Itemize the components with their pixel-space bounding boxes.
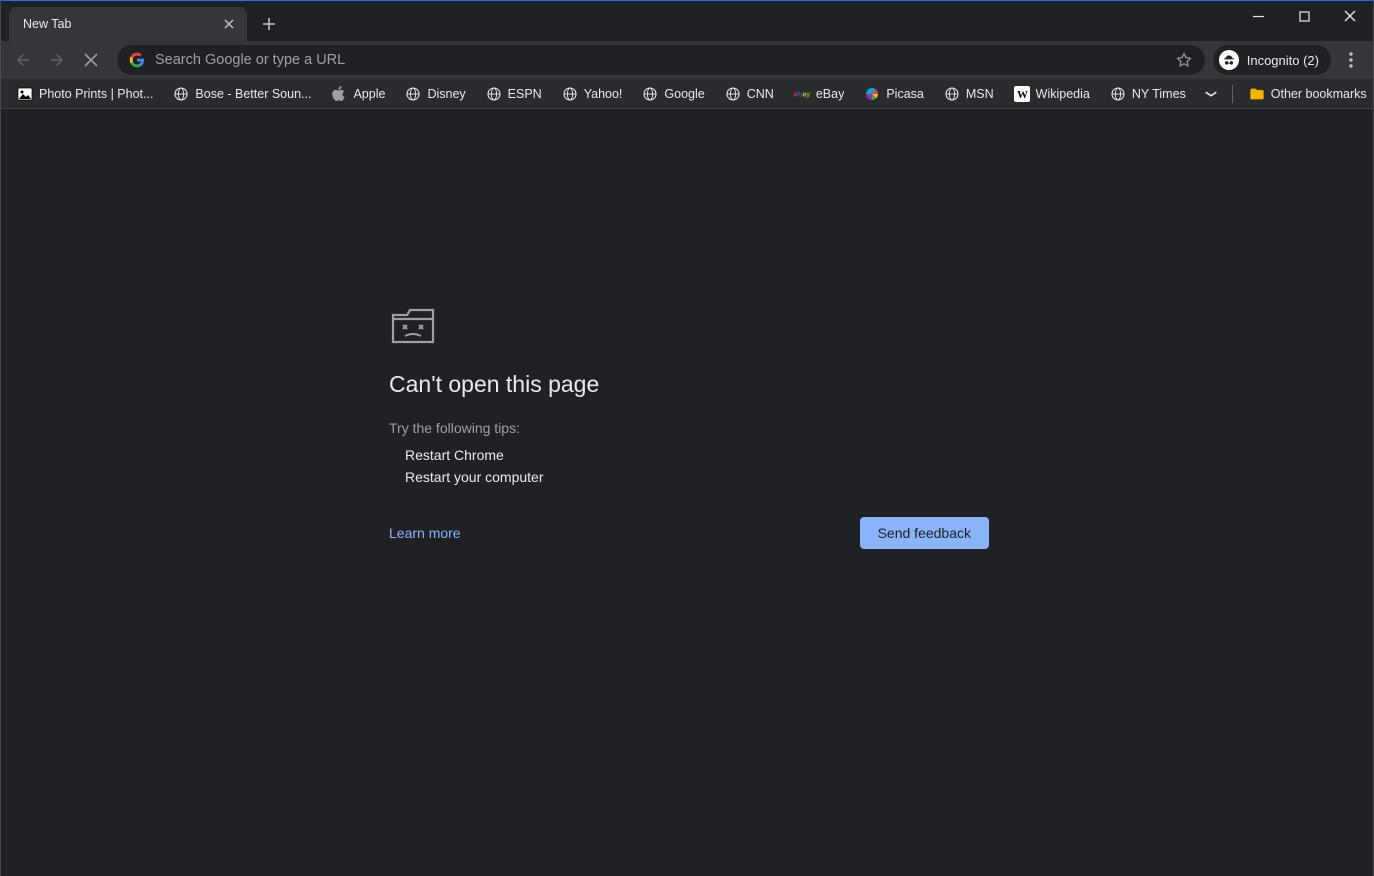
minimize-icon[interactable] <box>1235 1 1281 31</box>
svg-text:W: W <box>1017 89 1028 101</box>
back-button[interactable] <box>7 44 39 76</box>
error-tip: Restart Chrome <box>405 444 989 466</box>
window-controls <box>1235 1 1373 41</box>
page-content: Can't open this page Try the following t… <box>1 109 1373 876</box>
bookmark-item[interactable]: Yahoo! <box>554 82 631 106</box>
toolbar: Incognito (2) <box>1 41 1373 79</box>
address-input[interactable] <box>155 52 1165 68</box>
bookmark-label: Wikipedia <box>1036 87 1090 101</box>
omnibox[interactable] <box>117 45 1205 75</box>
error-title: Can't open this page <box>389 371 989 398</box>
incognito-label: Incognito (2) <box>1247 53 1319 68</box>
titlebar: New Tab <box>1 1 1373 41</box>
tab-title: New Tab <box>23 17 221 31</box>
folder-icon <box>1249 86 1265 102</box>
close-window-icon[interactable] <box>1327 1 1373 31</box>
photo-icon <box>17 86 33 102</box>
bookmark-item[interactable]: ESPN <box>478 82 550 106</box>
bookmark-label: Photo Prints | Phot... <box>39 87 153 101</box>
bookmarks-overflow-button[interactable] <box>1198 86 1224 102</box>
bookmarks-bar: Photo Prints | Phot... Bose - Better Soun… <box>1 79 1373 109</box>
bookmark-item[interactable]: NY Times <box>1102 82 1194 106</box>
globe-icon <box>1110 86 1126 102</box>
globe-icon <box>173 86 189 102</box>
bookmark-label: MSN <box>966 87 994 101</box>
bookmark-item[interactable]: CNN <box>717 82 782 106</box>
dead-folder-icon <box>389 305 989 347</box>
globe-icon <box>725 86 741 102</box>
apple-icon <box>331 86 347 102</box>
incognito-icon <box>1219 50 1239 70</box>
bookmarks-separator <box>1232 85 1233 103</box>
error-subtitle: Try the following tips: <box>389 420 989 436</box>
stop-reload-button[interactable] <box>75 44 107 76</box>
bookmark-item[interactable]: Bose - Better Soun... <box>165 82 319 106</box>
ebay-icon: ebay <box>794 86 810 102</box>
bookmark-item[interactable]: W Wikipedia <box>1006 82 1098 106</box>
bookmark-star-icon[interactable] <box>1175 51 1193 69</box>
picasa-icon <box>864 86 880 102</box>
bookmark-label: NY Times <box>1132 87 1186 101</box>
maximize-icon[interactable] <box>1281 1 1327 31</box>
svg-text:ebay: ebay <box>794 90 810 98</box>
other-bookmarks-button[interactable]: Other bookmarks <box>1241 82 1374 106</box>
bookmark-label: Picasa <box>886 87 924 101</box>
globe-icon <box>562 86 578 102</box>
close-tab-icon[interactable] <box>221 16 237 32</box>
send-feedback-button[interactable]: Send feedback <box>860 517 989 549</box>
learn-more-link[interactable]: Learn more <box>389 525 461 541</box>
bookmark-label: Yahoo! <box>584 87 623 101</box>
new-tab-button[interactable] <box>255 10 283 38</box>
incognito-indicator[interactable]: Incognito (2) <box>1213 45 1331 75</box>
other-bookmarks-label: Other bookmarks <box>1271 87 1367 101</box>
wiki-icon: W <box>1014 86 1030 102</box>
bookmark-item[interactable]: Photo Prints | Phot... <box>9 82 161 106</box>
bookmark-label: Bose - Better Soun... <box>195 87 311 101</box>
browser-tab[interactable]: New Tab <box>9 7 247 41</box>
bookmark-label: CNN <box>747 87 774 101</box>
bookmark-label: Apple <box>353 87 385 101</box>
error-page: Can't open this page Try the following t… <box>389 305 989 549</box>
bookmark-item[interactable]: Apple <box>323 82 393 106</box>
globe-icon <box>486 86 502 102</box>
bookmark-item[interactable]: MSN <box>936 82 1002 106</box>
forward-button[interactable] <box>41 44 73 76</box>
google-search-icon <box>129 52 145 68</box>
bookmark-label: eBay <box>816 87 845 101</box>
bookmark-label: ESPN <box>508 87 542 101</box>
globe-icon <box>642 86 658 102</box>
bookmark-label: Google <box>664 87 704 101</box>
globe-icon <box>405 86 421 102</box>
bookmark-item[interactable]: Picasa <box>856 82 932 106</box>
bookmark-item[interactable]: ebay eBay <box>786 82 853 106</box>
bookmark-item[interactable]: Google <box>634 82 712 106</box>
error-tips-list: Restart Chrome Restart your computer <box>389 444 989 489</box>
bookmark-item[interactable]: Disney <box>397 82 473 106</box>
chrome-menu-button[interactable] <box>1335 44 1367 76</box>
bookmark-label: Disney <box>427 87 465 101</box>
globe-icon <box>944 86 960 102</box>
error-tip: Restart your computer <box>405 466 989 488</box>
